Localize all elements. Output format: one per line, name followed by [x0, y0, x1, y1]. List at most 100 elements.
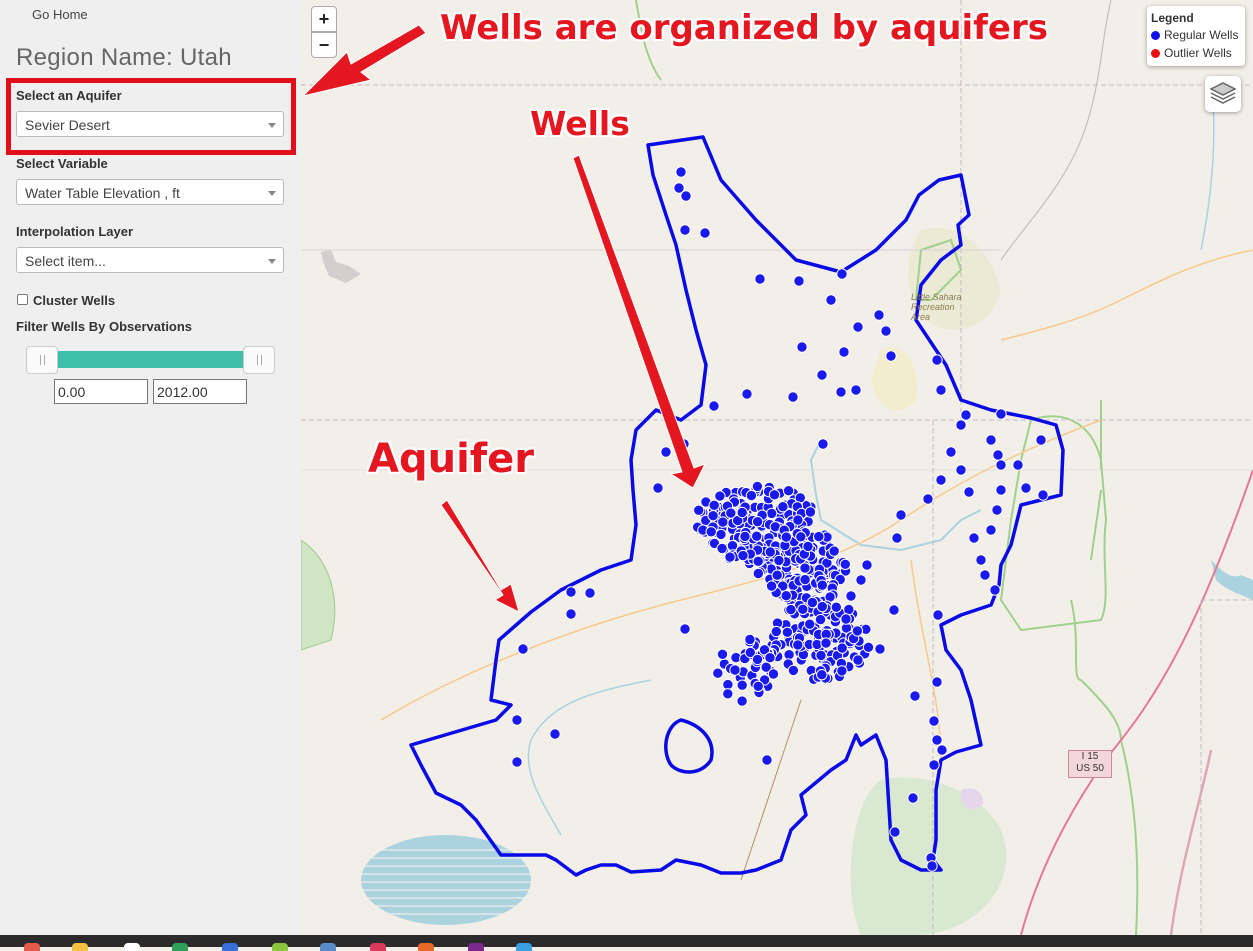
well-marker[interactable]: [716, 648, 729, 660]
well-marker[interactable]: [979, 569, 991, 581]
taskbar-app-icon[interactable]: [418, 943, 434, 951]
well-marker[interactable]: [680, 190, 692, 202]
well-marker[interactable]: [751, 530, 763, 542]
well-marker[interactable]: [799, 562, 811, 574]
well-marker[interactable]: [768, 489, 781, 501]
well-marker[interactable]: [565, 608, 577, 620]
well-marker[interactable]: [909, 690, 921, 702]
well-marker[interactable]: [889, 826, 901, 838]
filter-max-input[interactable]: 2012.00: [153, 379, 247, 404]
slider-min-handle[interactable]: [26, 346, 58, 374]
well-marker[interactable]: [714, 490, 726, 502]
well-marker[interactable]: [792, 514, 804, 526]
filter-min-input[interactable]: 0.00: [54, 379, 148, 404]
well-marker[interactable]: [825, 294, 837, 306]
well-marker[interactable]: [717, 516, 729, 528]
well-marker[interactable]: [931, 734, 943, 746]
well-marker[interactable]: [737, 549, 749, 562]
well-marker[interactable]: [781, 626, 794, 638]
slider-max-handle[interactable]: [243, 346, 275, 374]
well-marker[interactable]: [705, 526, 717, 538]
well-marker[interactable]: [985, 434, 997, 446]
well-marker[interactable]: [838, 346, 850, 358]
well-marker[interactable]: [888, 604, 900, 616]
well-marker[interactable]: [1012, 459, 1024, 471]
well-marker[interactable]: [850, 384, 862, 396]
well-marker[interactable]: [767, 668, 780, 680]
well-marker[interactable]: [960, 409, 972, 421]
well-marker[interactable]: [565, 586, 577, 598]
well-marker[interactable]: [708, 400, 720, 412]
well-marker[interactable]: [736, 506, 748, 519]
well-marker[interactable]: [787, 664, 800, 677]
well-marker[interactable]: [991, 504, 1003, 516]
well-marker[interactable]: [511, 756, 523, 768]
well-marker[interactable]: [835, 386, 847, 398]
well-marker[interactable]: [836, 665, 848, 677]
zoom-in-button[interactable]: +: [311, 6, 337, 32]
well-marker[interactable]: [797, 603, 809, 615]
well-marker[interactable]: [874, 643, 886, 655]
well-marker[interactable]: [895, 509, 907, 521]
well-marker[interactable]: [945, 446, 957, 458]
well-marker[interactable]: [739, 530, 751, 543]
well-marker[interactable]: [813, 530, 825, 543]
well-marker[interactable]: [885, 350, 897, 362]
well-marker[interactable]: [830, 601, 842, 613]
layers-control-button[interactable]: [1205, 76, 1241, 112]
well-marker[interactable]: [678, 438, 690, 450]
well-marker[interactable]: [745, 489, 758, 502]
well-marker[interactable]: [815, 649, 827, 662]
well-marker[interactable]: [722, 688, 734, 700]
well-marker[interactable]: [816, 669, 828, 681]
well-marker[interactable]: [995, 408, 1007, 420]
well-marker[interactable]: [584, 587, 596, 599]
well-marker[interactable]: [751, 653, 764, 666]
well-marker[interactable]: [1035, 434, 1047, 446]
well-marker[interactable]: [751, 516, 764, 528]
well-marker[interactable]: [782, 485, 795, 497]
well-marker[interactable]: [517, 643, 529, 655]
well-marker[interactable]: [955, 419, 967, 431]
well-marker[interactable]: [935, 474, 947, 486]
well-marker[interactable]: [741, 388, 753, 400]
well-marker[interactable]: [1037, 489, 1049, 501]
taskbar-app-icon[interactable]: [172, 943, 188, 951]
well-marker[interactable]: [652, 482, 664, 494]
taskbar-app-icon[interactable]: [468, 943, 484, 951]
well-marker[interactable]: [754, 273, 766, 285]
well-marker[interactable]: [764, 652, 776, 664]
well-marker[interactable]: [795, 531, 807, 543]
well-marker[interactable]: [777, 501, 789, 513]
well-marker[interactable]: [716, 542, 728, 555]
well-marker[interactable]: [766, 507, 778, 520]
cluster-wells-checkbox[interactable]: [17, 294, 28, 305]
well-marker[interactable]: [765, 580, 778, 592]
well-marker[interactable]: [852, 654, 864, 666]
well-marker[interactable]: [804, 506, 817, 518]
well-marker[interactable]: [787, 391, 799, 403]
well-marker[interactable]: [770, 625, 782, 638]
taskbar-app-icon[interactable]: [516, 943, 532, 951]
aquifer-select[interactable]: Sevier Desert: [16, 111, 284, 137]
well-marker[interactable]: [712, 667, 724, 679]
well-marker[interactable]: [675, 166, 687, 178]
well-marker[interactable]: [839, 558, 851, 570]
well-marker[interactable]: [931, 676, 943, 688]
well-marker[interactable]: [936, 744, 948, 756]
well-marker[interactable]: [660, 446, 672, 458]
well-marker[interactable]: [907, 792, 919, 804]
well-marker[interactable]: [816, 369, 828, 381]
well-marker[interactable]: [862, 641, 875, 653]
well-marker[interactable]: [992, 449, 1004, 461]
well-marker[interactable]: [836, 268, 848, 280]
well-marker[interactable]: [985, 524, 997, 536]
well-marker[interactable]: [752, 680, 764, 692]
well-marker[interactable]: [928, 759, 940, 771]
well-marker[interactable]: [780, 590, 792, 602]
well-marker[interactable]: [707, 510, 719, 522]
well-marker[interactable]: [880, 325, 892, 337]
well-marker[interactable]: [679, 623, 691, 635]
well-marker[interactable]: [852, 321, 864, 333]
well-marker[interactable]: [802, 540, 814, 553]
